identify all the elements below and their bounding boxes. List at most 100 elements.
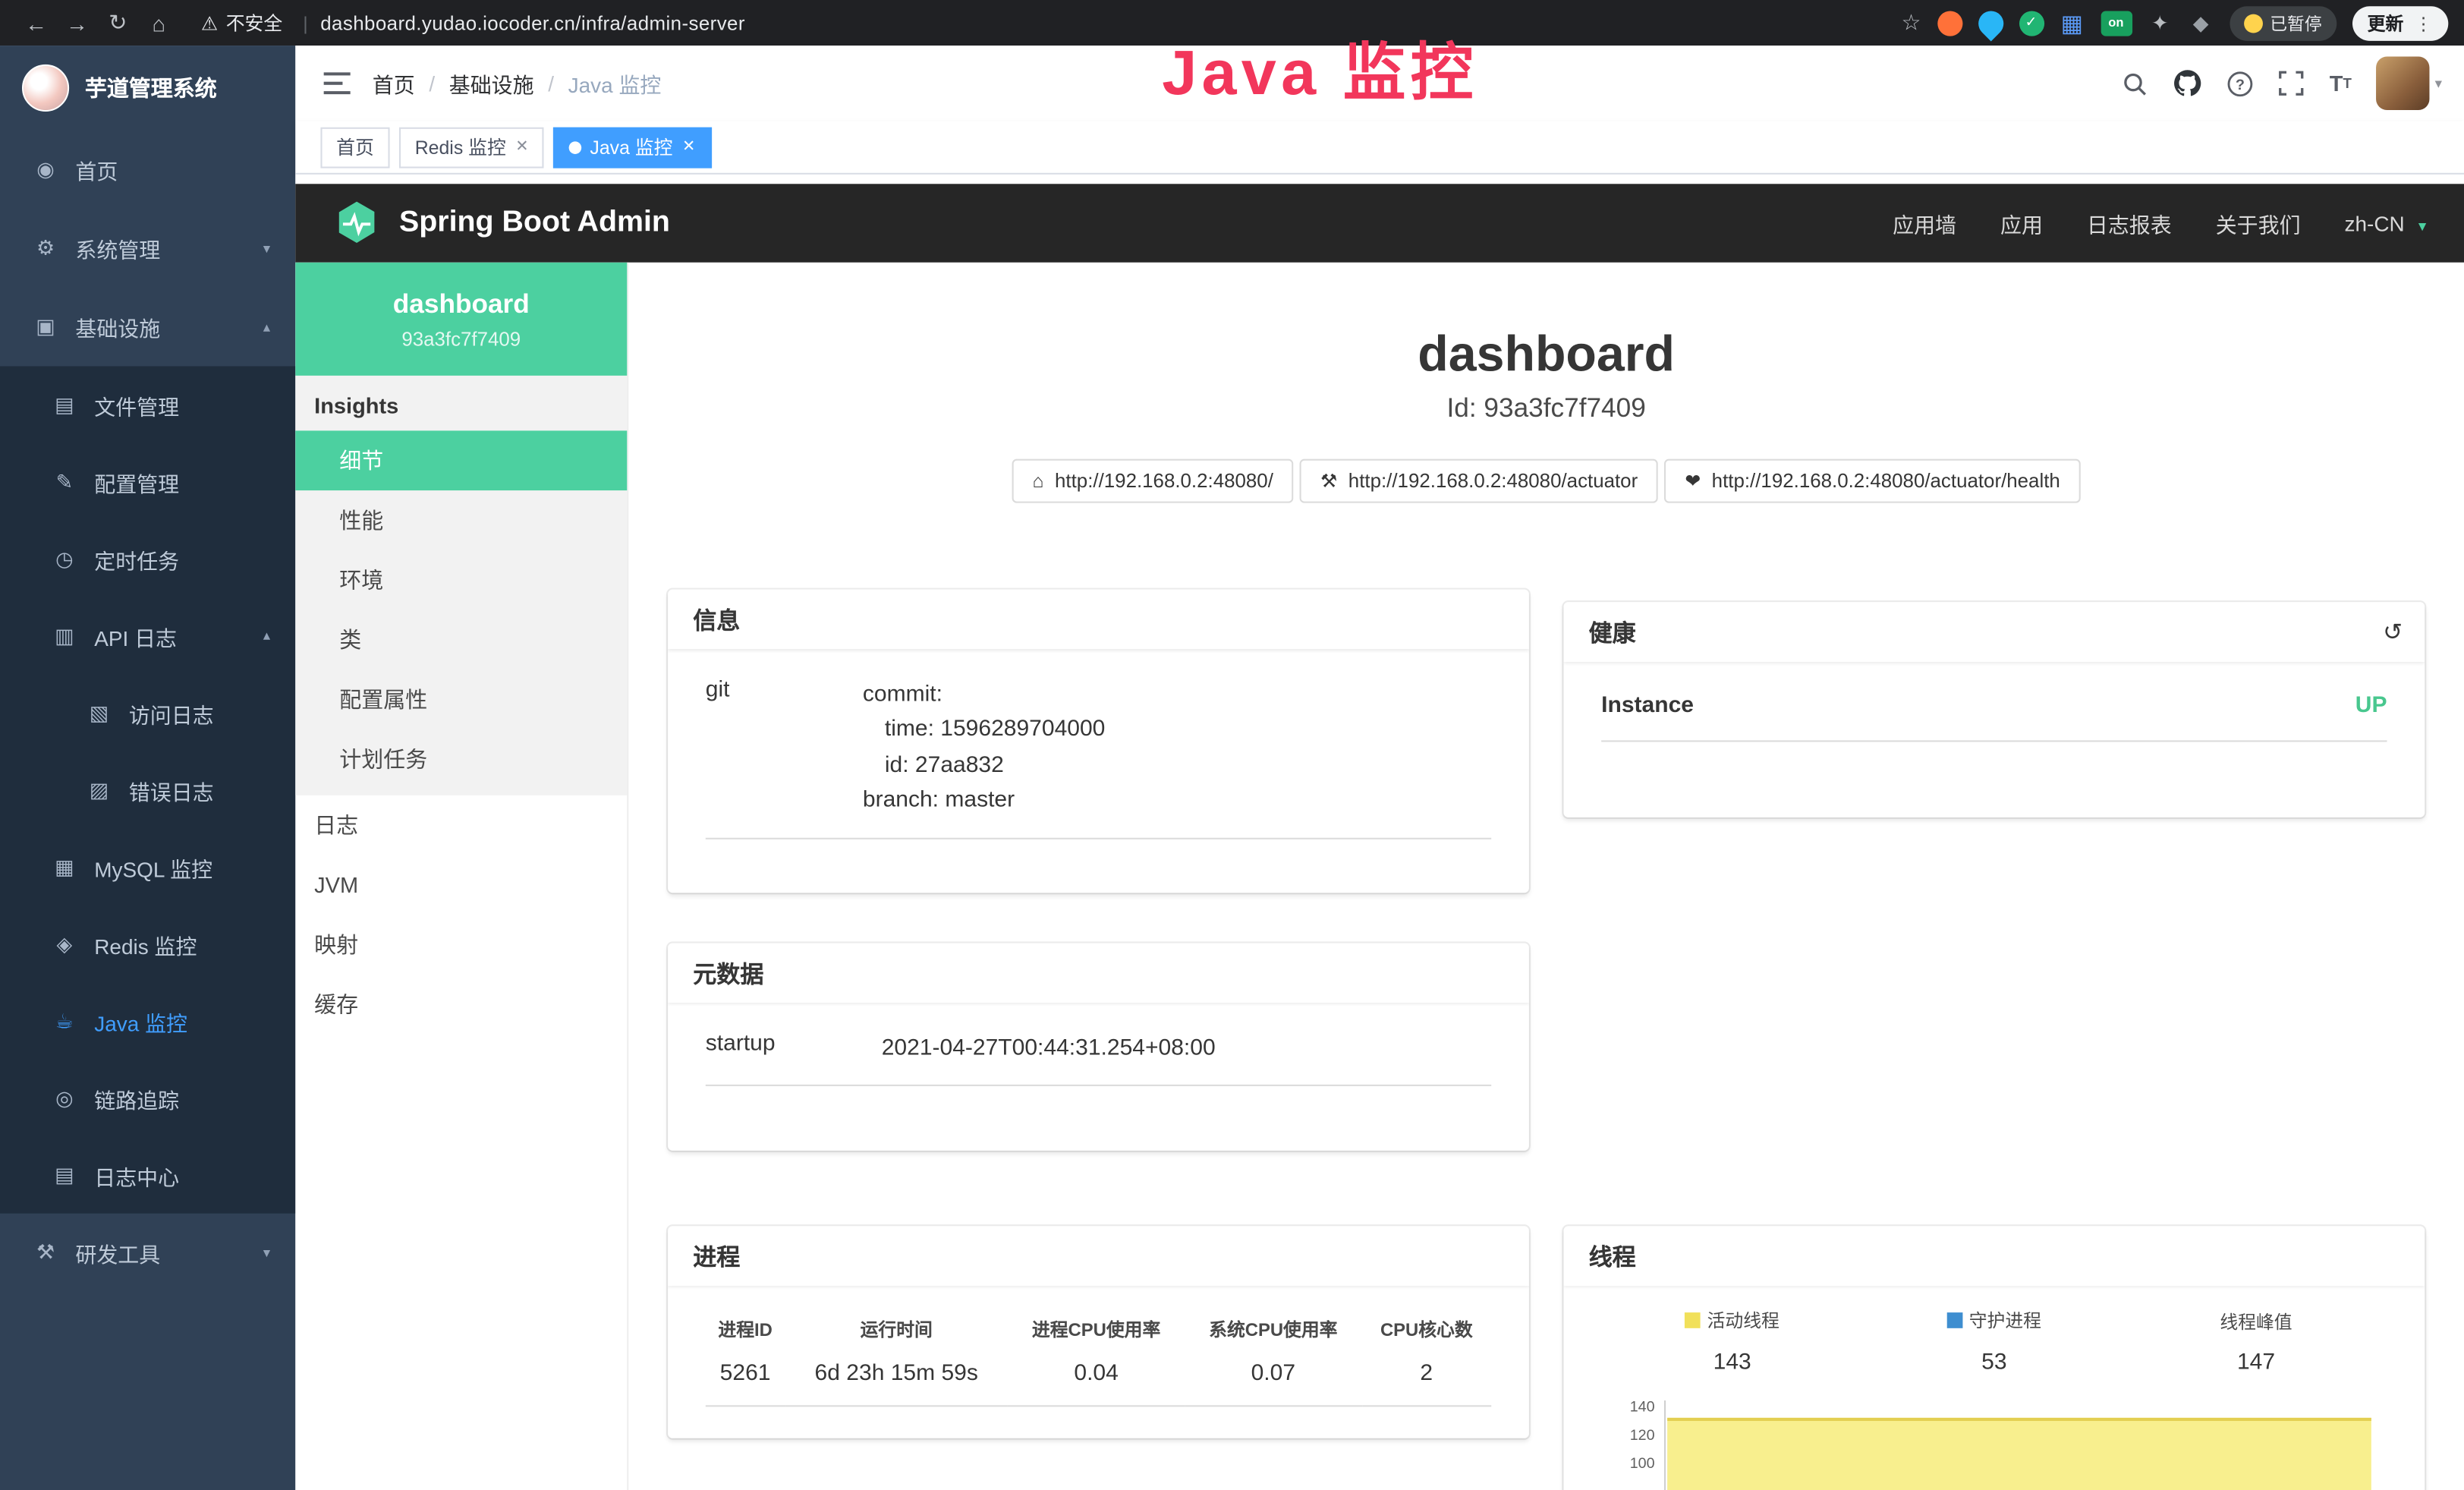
legend-swatch-yellow (1685, 1312, 1701, 1328)
sidebar-item-access-logs[interactable]: ▧ 访问日志 (0, 674, 295, 751)
help-icon[interactable]: ? (2227, 70, 2254, 96)
breadcrumb-separator: / (429, 71, 435, 95)
fullscreen-icon[interactable] (2280, 71, 2305, 96)
security-label: 不安全 (226, 9, 283, 36)
address-bar[interactable]: dashboard.yudao.iocoder.cn/infra/admin-s… (320, 12, 745, 34)
git-commit-line: commit: (863, 678, 1106, 713)
sba-menu-logs[interactable]: 日志 (295, 795, 627, 855)
sidebar-item-tracing[interactable]: ◎ 链路追踪 (0, 1060, 295, 1136)
link-label: http://192.168.0.2:48080/actuator/health (1712, 470, 2060, 492)
sidebar-item-file-management[interactable]: ▤ 文件管理 (0, 366, 295, 443)
user-avatar[interactable]: ▾ (2377, 57, 2442, 110)
browser-update-button[interactable]: 更新 ⋮ (2352, 5, 2448, 40)
close-icon[interactable]: ✕ (682, 138, 695, 156)
metadata-startup-row: startup 2021-04-27T00:44:31.254+08:00 (706, 1009, 1491, 1086)
breadcrumb-home[interactable]: 首页 (373, 68, 415, 99)
health-url-button[interactable]: ❤ http://192.168.0.2:48080/actuator/heal… (1664, 459, 2080, 503)
sba-nav-about[interactable]: 关于我们 (2216, 207, 2301, 238)
info-value: commit: time: 1596289704000 id: 27aa832 … (863, 678, 1106, 819)
java-icon: ☕ (47, 1008, 82, 1033)
gear-icon: ⚙ (28, 236, 63, 261)
font-size-icon[interactable]: TT (2330, 71, 2352, 96)
extension-check-icon[interactable]: ✓ (2019, 10, 2044, 35)
sba-menu-environment[interactable]: 环境 (295, 550, 627, 610)
sidebar-item-redis-monitor[interactable]: ◈ Redis 监控 (0, 906, 295, 982)
back-icon[interactable]: ← (16, 10, 57, 35)
sidebar-item-api-logs[interactable]: ▥ API 日志 ▴ (0, 597, 295, 674)
process-col-system-cpu: 系统CPU使用率 (1185, 1305, 1361, 1352)
legend-peak-threads: 线程峰值 147 (2125, 1308, 2387, 1375)
edit-icon: ✎ (47, 469, 82, 494)
sidebar-item-scheduled-jobs[interactable]: ◷ 定时任务 (0, 520, 295, 597)
sba-menu-details[interactable]: 细节 (295, 430, 627, 490)
sba-nav-wallboard[interactable]: 应用墙 (1893, 207, 1956, 238)
process-col-uptime: 运行时间 (785, 1305, 1008, 1352)
extension-on-badge[interactable]: on (2101, 10, 2132, 35)
history-icon[interactable]: ↺ (2383, 618, 2403, 646)
sidebar-item-system[interactable]: ⚙ 系统管理 ▾ (0, 209, 295, 288)
extension-drop-icon[interactable] (1972, 5, 2008, 41)
process-values-row: 5261 6d 23h 15m 59s 0.04 0.07 2 (706, 1352, 1491, 1406)
sba-brand-title[interactable]: Spring Boot Admin (399, 206, 670, 241)
service-url-button[interactable]: ⌂ http://192.168.0.2:48080/ (1012, 459, 1294, 503)
sba-menu-caches[interactable]: 缓存 (295, 975, 627, 1035)
tag-java-monitor[interactable]: Java 监控 ✕ (554, 127, 711, 168)
paused-extension-badge[interactable]: 已暂停 (2229, 5, 2336, 40)
close-icon[interactable]: ✕ (515, 138, 528, 156)
sidebar-item-error-logs[interactable]: ▨ 错误日志 (0, 751, 295, 828)
browser-menu-icon[interactable]: ⋮ (2415, 12, 2433, 34)
actuator-url-button[interactable]: ⚒ http://192.168.0.2:48080/actuator (1300, 459, 1658, 503)
sidebar-item-label: 系统管理 (75, 232, 160, 263)
process-col-cpus: CPU核心数 (1361, 1305, 1491, 1352)
sba-menu-config-props[interactable]: 配置属性 (295, 669, 627, 729)
git-branch-line: branch: master (863, 783, 1106, 819)
breadcrumb-infrastructure[interactable]: 基础设施 (449, 68, 534, 99)
sba-nav-applications[interactable]: 应用 (2000, 207, 2043, 238)
threads-chart: 140 120 100 (1601, 1400, 2387, 1490)
sba-menu-mappings[interactable]: 映射 (295, 915, 627, 975)
dashboard-icon: ◉ (28, 157, 63, 182)
info-git-row: git commit: time: 1596289704000 id: 27aa… (706, 656, 1491, 840)
extensions-puzzle-icon[interactable]: ◆ (2189, 10, 2214, 35)
sidebar-item-infrastructure[interactable]: ▣ 基础设施 ▴ (0, 288, 295, 367)
sba-menu-classes[interactable]: 类 (295, 610, 627, 669)
sba-nav-journal[interactable]: 日志报表 (2087, 207, 2172, 238)
extension-grid-icon[interactable]: ▦ (2060, 10, 2085, 35)
daemon-threads-value: 53 (1863, 1350, 2125, 1375)
app-logo-row[interactable]: 芋道管理系统 (0, 46, 295, 131)
extension-fox-icon[interactable] (1937, 10, 1962, 35)
sidebar-item-mysql-monitor[interactable]: ▦ MySQL 监控 (0, 828, 295, 905)
forward-icon[interactable]: → (57, 10, 98, 35)
timer-icon: ◷ (47, 547, 82, 572)
sba-instance-block[interactable]: dashboard 93a3fc7f7409 (295, 263, 627, 376)
sba-menu-scheduled-tasks[interactable]: 计划任务 (295, 729, 627, 789)
search-icon[interactable] (2122, 70, 2148, 96)
sidebar-item-home[interactable]: ◉ 首页 (0, 131, 295, 209)
home-nav-icon[interactable]: ⌂ (138, 10, 179, 35)
legend-daemon-threads: 守护进程 53 (1863, 1308, 2125, 1375)
reload-icon[interactable]: ↻ (97, 9, 138, 36)
extension-feather-icon[interactable]: ✦ (2148, 10, 2173, 35)
github-icon[interactable] (2174, 69, 2202, 97)
site-security-chip[interactable]: ⚠ 不安全 | (201, 9, 320, 36)
sidebar-item-log-center[interactable]: ▤ 日志中心 (0, 1136, 295, 1213)
ytick: 100 (1630, 1457, 1655, 1485)
sidebar-item-config-management[interactable]: ✎ 配置管理 (0, 443, 295, 520)
hamburger-icon[interactable] (295, 72, 372, 94)
tag-home[interactable]: 首页 (320, 127, 389, 168)
sidebar-item-label: 日志中心 (94, 1159, 179, 1190)
tag-redis-monitor[interactable]: Redis 监控 ✕ (399, 127, 544, 168)
sidebar-item-dev-tools[interactable]: ⚒ 研发工具 ▾ (0, 1214, 295, 1293)
health-instance-row[interactable]: Instance UP (1601, 668, 2387, 742)
svg-text:?: ? (2236, 76, 2245, 93)
sidebar-item-java-monitor[interactable]: ☕ Java 监控 (0, 982, 295, 1059)
sba-locale-select[interactable]: zh-CN ▾ (2345, 212, 2427, 235)
health-card-title: 健康 (1589, 616, 1636, 648)
sba-menu-metrics[interactable]: 性能 (295, 490, 627, 550)
bookmark-star-icon[interactable]: ☆ (1902, 9, 1921, 36)
sba-menu-jvm[interactable]: JVM (295, 855, 627, 915)
threads-chart-yaxis: 140 120 100 (1604, 1400, 1654, 1490)
process-pid: 5261 (706, 1352, 785, 1406)
process-col-pid: 进程ID (706, 1305, 785, 1352)
chevron-down-icon: ▾ (2418, 218, 2426, 235)
